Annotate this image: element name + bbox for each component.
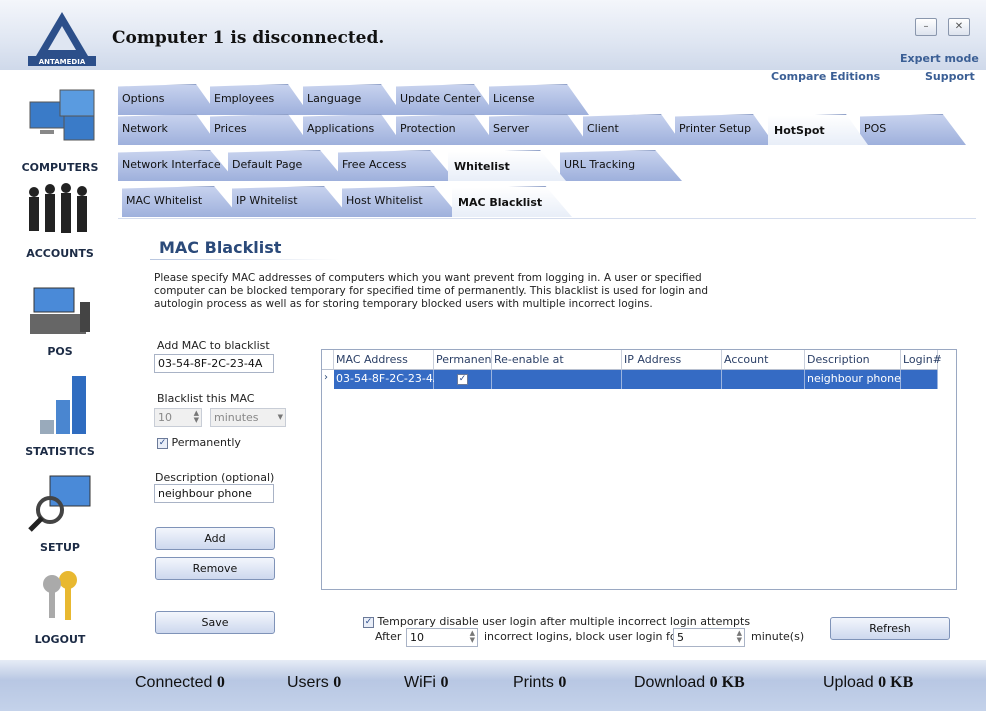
cell-permanent[interactable]: ✓: [434, 370, 492, 389]
status-download: Download 0 KB: [634, 674, 745, 691]
checkbox-checked-icon: ✓: [157, 437, 168, 449]
sidebar-item-logout[interactable]: LOGOUT: [10, 566, 110, 646]
status-users: Users 0: [287, 674, 342, 691]
tab-pos[interactable]: POS: [860, 114, 966, 145]
column-header-ip[interactable]: IP Address: [622, 350, 722, 370]
incorrect-logins-label: incorrect logins, block user login for: [484, 630, 682, 643]
tab-update-center[interactable]: Update Center: [396, 84, 496, 115]
tab-default-page[interactable]: Default Page: [228, 150, 346, 181]
compare-editions-link[interactable]: Compare Editions: [771, 70, 880, 83]
column-header-mac[interactable]: MAC Address: [334, 350, 434, 370]
status-prints: Prints 0: [513, 674, 567, 691]
minimize-button[interactable]: –: [915, 18, 937, 36]
computers-icon: [29, 89, 95, 141]
pos-icon: [30, 287, 90, 334]
duration-stepper[interactable]: 10 ▲ ▼: [154, 408, 202, 427]
tab-license[interactable]: License: [489, 84, 589, 115]
status-wifi: WiFi 0: [404, 674, 449, 691]
blacklist-duration-label: Blacklist this MAC: [157, 392, 255, 405]
column-header-account[interactable]: Account: [722, 350, 805, 370]
refresh-button[interactable]: Refresh: [830, 617, 950, 640]
accounts-icon: [29, 183, 87, 233]
permanently-checkbox[interactable]: ✓ Permanently: [157, 436, 241, 449]
column-header-description[interactable]: Description: [805, 350, 901, 370]
status-bar: Connected 0 Users 0 WiFi 0 Prints 0 Down…: [0, 660, 986, 711]
sidebar-item-setup[interactable]: SETUP: [10, 470, 110, 554]
description-input[interactable]: neighbour phone: [154, 484, 274, 503]
temp-disable-checkbox[interactable]: ✓ Temporary disable user login after mul…: [363, 615, 750, 628]
svg-text:ANTAMEDIA: ANTAMEDIA: [39, 58, 86, 66]
tab-host-whitelist[interactable]: Host Whitelist: [342, 186, 460, 217]
tab-network[interactable]: Network: [118, 114, 218, 145]
checkbox-checked-icon: ✓: [457, 373, 468, 385]
setup-icon: [28, 475, 91, 532]
tab-language[interactable]: Language: [303, 84, 403, 115]
duration-unit-select[interactable]: minutes ▼: [210, 408, 286, 427]
sidebar-item-statistics[interactable]: STATISTICS: [10, 370, 110, 458]
status-upload: Upload 0 KB: [823, 674, 914, 691]
stepper-arrows-icon: ▲ ▼: [469, 629, 475, 644]
antamedia-logo: ANTAMEDIA: [28, 12, 96, 66]
description-label: Description (optional): [155, 471, 275, 484]
cell-description[interactable]: neighbour phone: [805, 370, 901, 389]
attempts-stepper[interactable]: 10 ▲ ▼: [406, 628, 478, 647]
tab-mac-whitelist[interactable]: MAC Whitelist: [122, 186, 240, 217]
header: ANTAMEDIA Computer 1 is disconnected. – …: [0, 0, 986, 70]
checkbox-checked-icon: ✓: [363, 616, 374, 628]
cell-login[interactable]: [901, 370, 938, 389]
tab-employees[interactable]: Employees: [210, 84, 310, 115]
tab-client[interactable]: Client: [583, 114, 683, 145]
block-minutes-stepper[interactable]: 5 ▲ ▼: [673, 628, 745, 647]
tab-prices[interactable]: Prices: [210, 114, 310, 145]
sidebar-item-computers[interactable]: COMPUTERS: [10, 82, 110, 174]
tab-protection[interactable]: Protection: [396, 114, 496, 145]
title-underline: [150, 259, 340, 260]
blacklist-grid[interactable]: MAC Address Permanent Re-enable at IP Ad…: [321, 349, 957, 590]
tab-applications[interactable]: Applications: [303, 114, 403, 145]
row-selector-chevron-icon: ›: [324, 372, 328, 383]
sidebar: COMPUTERS ACCOUNTS POS STATISTICS SETUP …: [0, 70, 118, 660]
stepper-arrows-icon: ▲ ▼: [736, 629, 742, 644]
chevron-down-icon: ▼: [277, 413, 283, 421]
tab-network-interface[interactable]: Network Interface: [118, 150, 236, 181]
tab-whitelist[interactable]: Whitelist: [448, 150, 566, 181]
tab-server[interactable]: Server: [489, 114, 589, 145]
description-text: Please specify MAC addresses of computer…: [154, 272, 709, 310]
close-button[interactable]: ✕: [948, 18, 970, 36]
cell-account[interactable]: [722, 370, 805, 389]
add-mac-label: Add MAC to blacklist: [157, 339, 270, 352]
stepper-arrows-icon: ▲ ▼: [193, 409, 199, 424]
column-header-permanent[interactable]: Permanent: [434, 350, 496, 370]
column-header-reenable[interactable]: Re-enable at: [492, 350, 622, 370]
remove-button[interactable]: Remove: [155, 557, 275, 580]
tab-ip-whitelist[interactable]: IP Whitelist: [232, 186, 350, 217]
column-header-login[interactable]: Login#: [901, 350, 942, 370]
minutes-label: minute(s): [751, 630, 805, 643]
cell-mac[interactable]: 03-54-8F-2C-23-4A: [334, 370, 440, 389]
add-button[interactable]: Add: [155, 527, 275, 550]
statistics-icon: [40, 376, 86, 434]
logout-keys-icon: [43, 571, 77, 620]
sidebar-item-pos[interactable]: POS: [10, 282, 110, 358]
cell-reenable[interactable]: [492, 370, 622, 389]
mac-address-input[interactable]: 03-54-8F-2C-23-4A: [154, 354, 274, 373]
cell-ip[interactable]: [622, 370, 722, 389]
page-title: MAC Blacklist: [159, 238, 282, 257]
save-button[interactable]: Save: [155, 611, 275, 634]
support-link[interactable]: Support: [925, 70, 975, 83]
tab-free-access[interactable]: Free Access: [338, 150, 456, 181]
tab-options[interactable]: Options: [118, 84, 218, 115]
sidebar-item-accounts[interactable]: ACCOUNTS: [10, 180, 110, 260]
tab-url-tracking[interactable]: URL Tracking: [560, 150, 682, 181]
tab-printer-setup[interactable]: Printer Setup: [675, 114, 775, 145]
tab-mac-blacklist[interactable]: MAC Blacklist: [452, 186, 572, 217]
status-connected: Connected 0: [135, 674, 225, 691]
connection-status-title: Computer 1 is disconnected.: [112, 28, 385, 48]
after-label: After: [375, 630, 402, 643]
expert-mode-link[interactable]: Expert mode: [900, 52, 979, 65]
tab-hotspot[interactable]: HotSpot: [768, 114, 868, 145]
row-header-column: [322, 350, 334, 370]
